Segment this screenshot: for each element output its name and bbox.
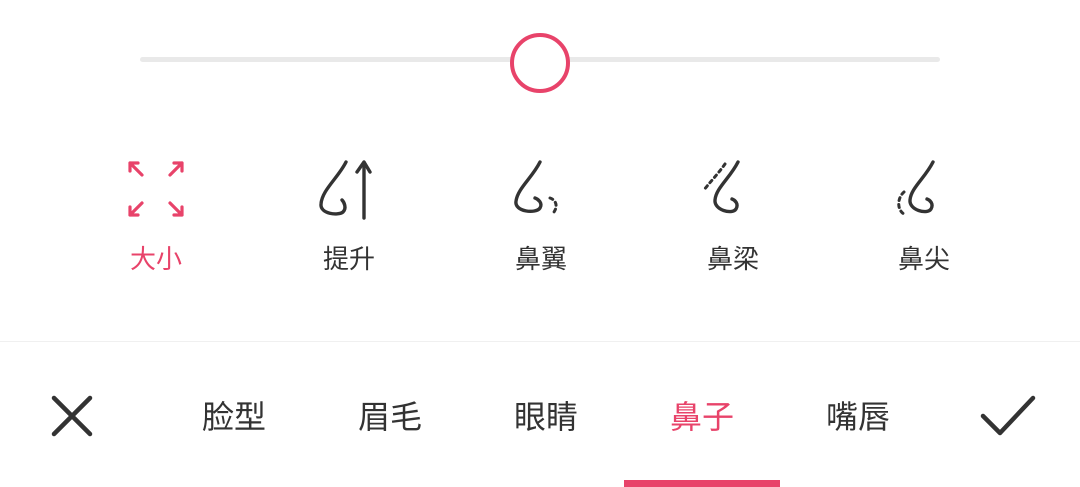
cancel-button[interactable] [42, 386, 102, 446]
tool-lift[interactable]: 提升 [279, 150, 419, 285]
tool-label: 大小 [129, 245, 182, 275]
intensity-slider[interactable] [140, 33, 940, 93]
tool-nose-wing[interactable]: 鼻翼 [471, 150, 611, 285]
tool-nose-tip[interactable]: 鼻尖 [854, 150, 994, 285]
nose-wing-icon [514, 160, 558, 214]
tool-size[interactable]: 大小 [86, 150, 226, 285]
tool-label: 鼻梁 [706, 245, 759, 275]
nose-bridge-icon [702, 160, 740, 214]
bottom-bar: 脸型 眉毛 眼睛 鼻子 嘴唇 [0, 342, 1080, 487]
tab-nose[interactable]: 鼻子 [637, 387, 767, 447]
tab-eyes[interactable]: 眼睛 [481, 387, 611, 447]
close-icon [51, 395, 93, 437]
tool-label: 提升 [322, 245, 375, 275]
tab-lips[interactable]: 嘴唇 [793, 387, 923, 447]
tool-nose-bridge[interactable]: 鼻梁 [663, 150, 803, 285]
nose-tip-icon [897, 160, 935, 216]
nose-tools: 大小 提升 鼻翼 鼻梁 鼻尖 [0, 150, 1080, 290]
tool-label: 鼻尖 [897, 245, 950, 275]
active-tab-indicator [624, 480, 780, 487]
check-icon [980, 395, 1036, 436]
slider-thumb[interactable] [510, 33, 570, 93]
tool-label: 鼻翼 [514, 245, 567, 275]
confirm-button[interactable] [977, 386, 1037, 446]
tab-eyebrows[interactable]: 眉毛 [325, 387, 455, 447]
tab-face-shape[interactable]: 脸型 [169, 387, 299, 447]
nose-lift-icon [319, 160, 372, 220]
resize-arrows-icon [128, 161, 184, 217]
